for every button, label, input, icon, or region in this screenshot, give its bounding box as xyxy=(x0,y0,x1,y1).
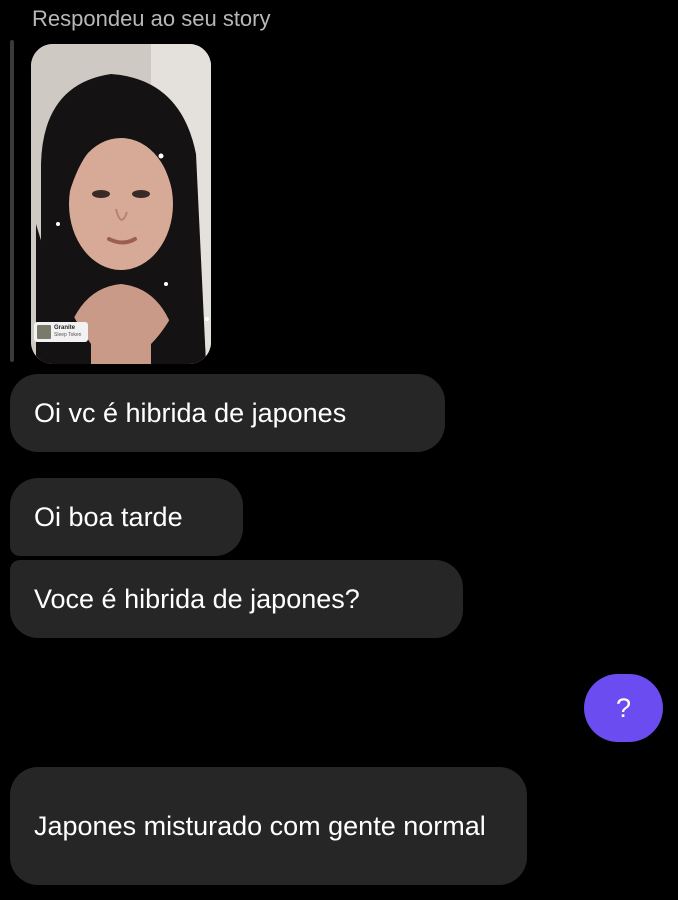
reply-caption: Respondeu ao seu story xyxy=(32,6,271,31)
dm-thread: Respondeu ao seu story Granite Sleep Tok… xyxy=(0,0,678,900)
music-sticker-artist: Sleep Token xyxy=(54,332,82,338)
reply-indicator-bar xyxy=(10,40,14,362)
sent-message-bubble[interactable]: ? xyxy=(584,674,663,742)
music-sticker[interactable]: Granite Sleep Token xyxy=(34,322,88,342)
story-photo xyxy=(31,44,211,364)
received-message-bubble[interactable]: Oi boa tarde xyxy=(10,478,243,556)
story-thumbnail[interactable] xyxy=(31,44,211,364)
message-text: Voce é hibrida de japones? xyxy=(34,584,360,614)
album-art-icon xyxy=(37,325,51,339)
message-text: ? xyxy=(615,692,632,723)
received-message-bubble[interactable]: Japones misturado com gente normal xyxy=(10,767,527,885)
message-text: Oi boa tarde xyxy=(34,502,183,532)
received-message-bubble[interactable]: Voce é hibrida de japones? xyxy=(10,560,463,638)
music-sticker-song: Granite xyxy=(54,325,76,331)
message-text: Japones misturado com gente normal xyxy=(34,811,486,841)
message-text: Oi vc é hibrida de japones xyxy=(34,398,347,428)
received-message-bubble[interactable]: Oi vc é hibrida de japones xyxy=(10,374,445,452)
